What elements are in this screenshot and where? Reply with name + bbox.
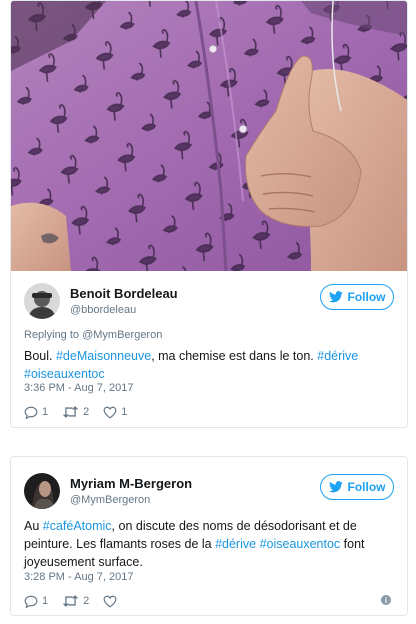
avatar[interactable]: [24, 283, 60, 319]
display-name[interactable]: Myriam M-Bergeron: [70, 476, 192, 492]
text-segment: Boul.: [24, 349, 56, 363]
follow-label: Follow: [347, 480, 386, 494]
hashtag-link[interactable]: #dérive: [215, 537, 256, 551]
user-handle[interactable]: @bbordeleau: [70, 303, 178, 318]
hashtag-link[interactable]: #dérive: [317, 349, 358, 363]
reply-count: 1: [42, 595, 49, 607]
reply-count: 1: [42, 406, 49, 418]
tweet-text: Au #caféAtomic, on discute des noms de d…: [24, 517, 384, 571]
follow-button[interactable]: Follow: [320, 284, 394, 310]
display-name[interactable]: Benoit Bordeleau: [70, 286, 178, 302]
retweet-icon: [62, 406, 79, 418]
reply-icon: [24, 595, 38, 608]
reply-action[interactable]: 1: [24, 406, 48, 419]
hashtag-link[interactable]: #oiseauxentoc: [260, 537, 341, 551]
tweet-header: Myriam M-Bergeron @MymBergeron Follow: [24, 473, 396, 509]
follow-button[interactable]: Follow: [320, 474, 394, 500]
tweet-text: Boul. #deMaisonneuve, ma chemise est dan…: [24, 347, 384, 383]
heart-icon: [103, 595, 117, 607]
avatar-image: [24, 473, 60, 509]
tweet-header: Benoit Bordeleau @bbordeleau Follow: [24, 283, 396, 319]
reply-icon: [24, 406, 38, 419]
tweet-card-1[interactable]: Benoit Bordeleau @bbordeleau Follow Repl…: [10, 0, 408, 428]
retweet-count: 2: [83, 406, 90, 418]
retweet-icon: [62, 595, 79, 607]
avatar[interactable]: [24, 473, 60, 509]
user-handle[interactable]: @MymBergeron: [70, 493, 192, 508]
timestamp[interactable]: 3:28 PM - Aug 7, 2017: [24, 571, 133, 583]
hashtag-link[interactable]: #caféAtomic: [43, 519, 112, 533]
retweet-action[interactable]: 2: [62, 406, 89, 418]
text-segment: , ma chemise est dans le ton.: [151, 349, 318, 363]
hashtag-link[interactable]: #deMaisonneuve: [56, 349, 151, 363]
like-count: 1: [121, 406, 128, 418]
retweet-action[interactable]: 2: [62, 595, 89, 607]
hashtag-link[interactable]: #oiseauxentoc: [24, 367, 105, 381]
twitter-bird-icon: [328, 481, 343, 493]
text-segment: Au: [24, 519, 43, 533]
retweet-count: 2: [83, 595, 90, 607]
replying-to[interactable]: Replying to @MymBergeron: [24, 329, 162, 341]
timestamp[interactable]: 3:36 PM - Aug 7, 2017: [24, 382, 133, 394]
tweet-card-2[interactable]: Myriam M-Bergeron @MymBergeron Follow Au…: [10, 456, 408, 616]
flamingo-shirt-photo: [11, 1, 407, 271]
twitter-bird-icon: [328, 291, 343, 303]
tweet-photo[interactable]: [11, 1, 407, 271]
like-action[interactable]: 1: [103, 406, 127, 419]
tweet-actions: 1 2 1: [24, 404, 141, 420]
reply-action[interactable]: 1: [24, 595, 48, 608]
like-action[interactable]: [103, 595, 121, 608]
heart-icon: [103, 406, 117, 418]
tweet-actions: 1 2: [24, 593, 135, 609]
follow-label: Follow: [347, 290, 386, 304]
info-icon[interactable]: i: [381, 595, 391, 605]
avatar-image: [24, 283, 60, 319]
